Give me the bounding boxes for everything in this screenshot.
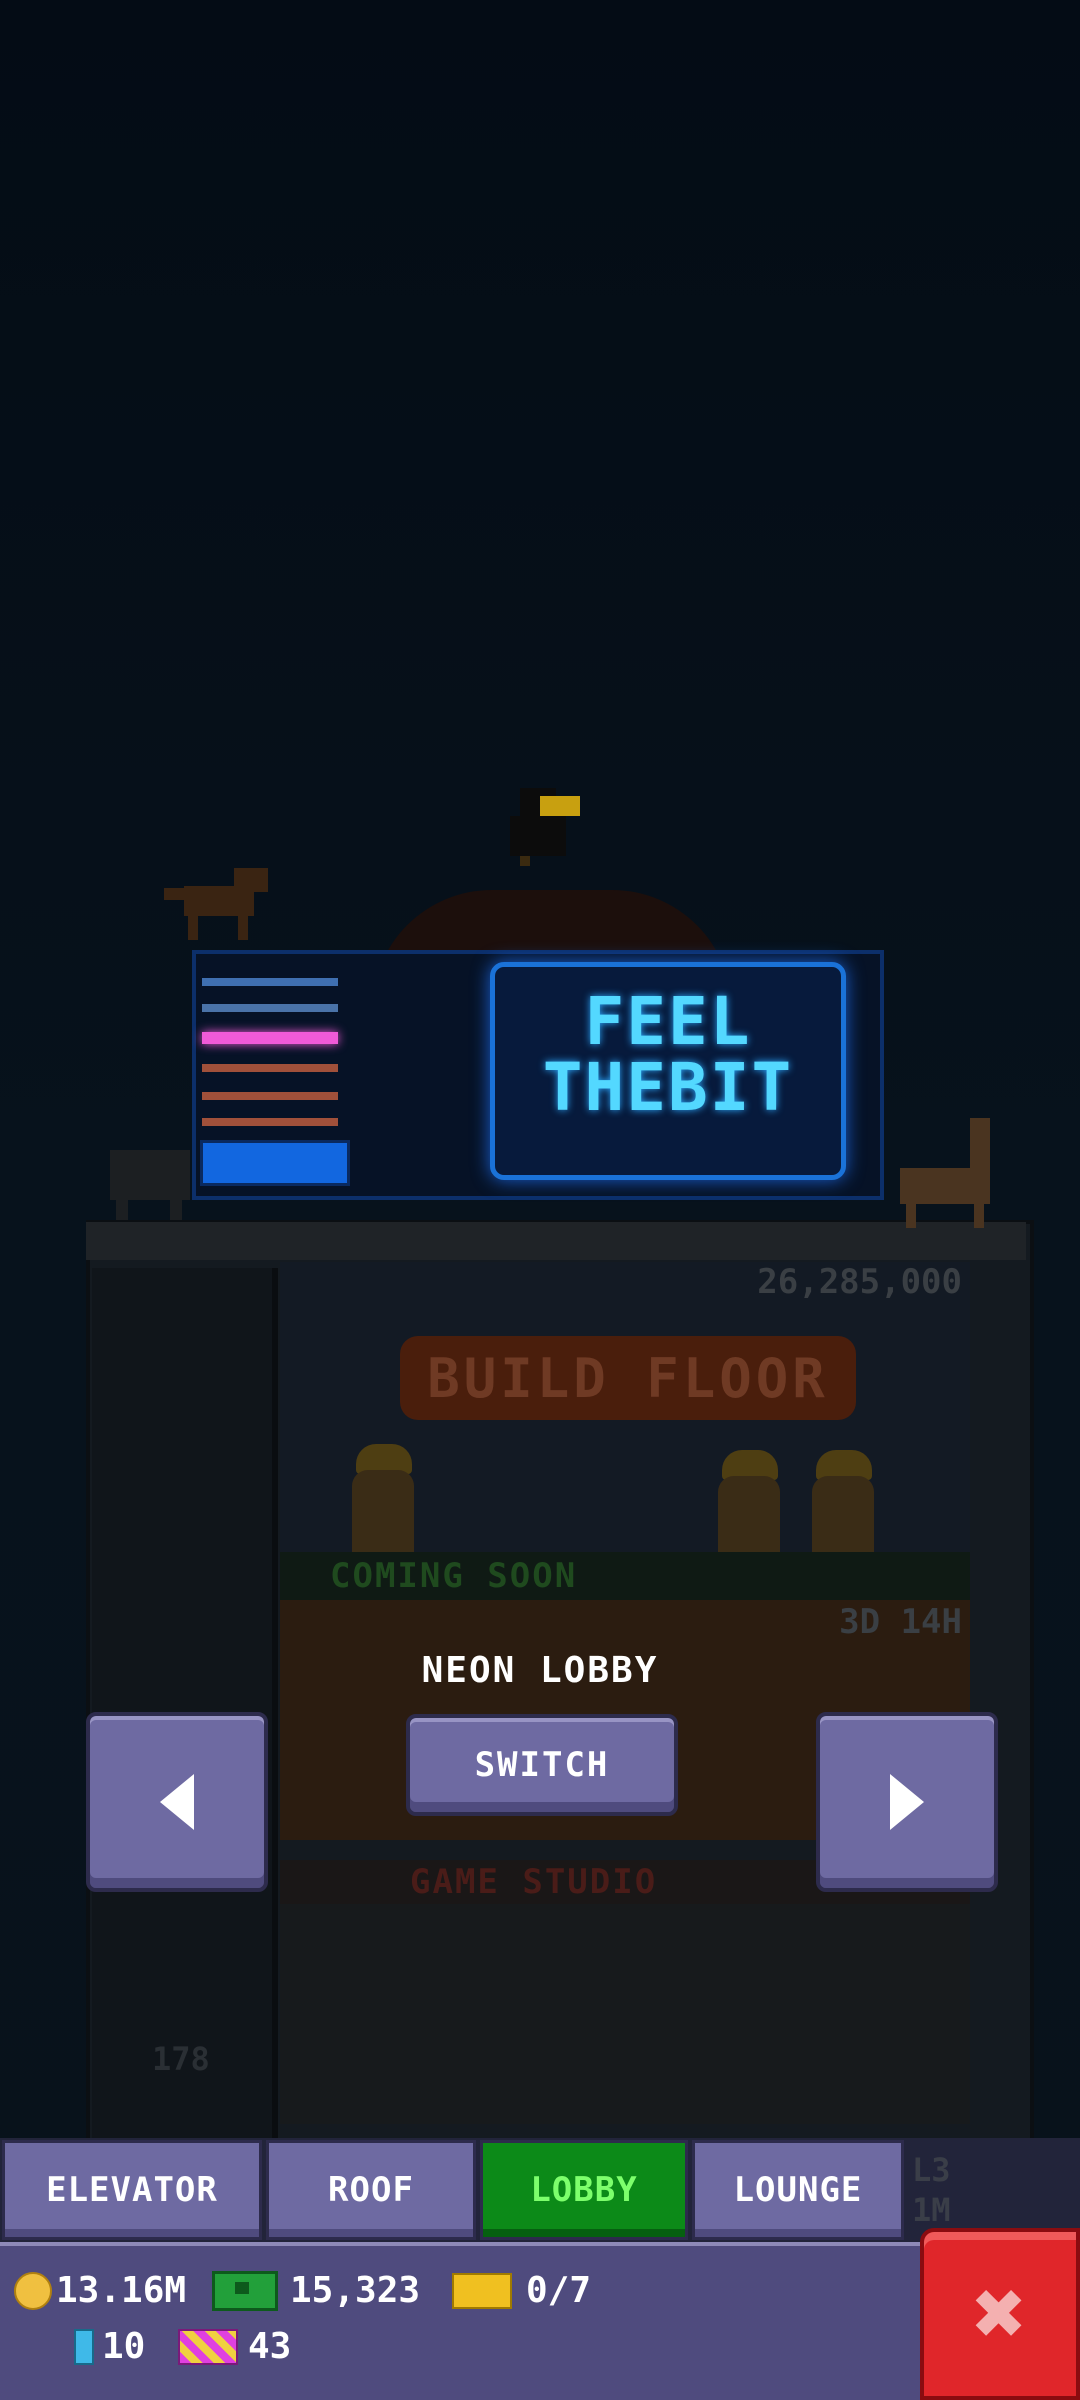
fox-icon (164, 868, 268, 940)
cash-icon (212, 2270, 278, 2311)
tab-lounge[interactable]: LOUNGE (692, 2140, 904, 2240)
coming-soon-label: COMING SOON (330, 1556, 578, 1596)
elevator-floor-number: 178 (152, 2040, 210, 2078)
tab-side-label-line1: L3 (912, 2151, 951, 2189)
stats-bar (0, 2242, 920, 2400)
sign-line-2: THEBIT (542, 1049, 794, 1126)
bux-stat[interactable]: 15,323 (212, 2270, 420, 2311)
giraffe-icon (900, 1118, 990, 1228)
sign-line-1: FEEL (584, 983, 752, 1060)
game-studio-label: GAME STUDIO (410, 1862, 658, 1902)
tab-lobby[interactable]: LOBBY (480, 2140, 688, 2240)
build-price: 26,285,000 (757, 1262, 962, 1302)
bitizen-icon (74, 2328, 94, 2365)
lobby-name: NEON LOBBY (421, 1650, 659, 1691)
ticket-icon (452, 2272, 512, 2309)
floor-timer: 3D 14H (839, 1602, 962, 1642)
elevator-shaft[interactable] (92, 1268, 278, 2138)
vip-stat[interactable]: 43 (178, 2326, 291, 2367)
next-button[interactable] (816, 1712, 998, 1892)
coin-icon (14, 2271, 52, 2310)
tab-roof[interactable]: ROOF (266, 2140, 476, 2240)
build-floor-sign[interactable]: BUILD FLOOR (400, 1336, 856, 1420)
toucan-icon (510, 788, 580, 866)
game-studio-floor[interactable] (280, 1904, 970, 2124)
bitizens-stat[interactable]: 10 (74, 2326, 145, 2367)
vip-value: 43 (248, 2326, 292, 2367)
feel-thebit-sign: FEEL THEBIT (490, 962, 846, 1180)
tickets-stat[interactable]: 0/7 (452, 2270, 591, 2311)
tab-elevator[interactable]: ELEVATOR (2, 2140, 262, 2240)
bitizens-value: 10 (102, 2326, 146, 2367)
arrow-right-icon (890, 1774, 924, 1830)
rhino-icon (110, 1150, 190, 1220)
tickets-value: 0/7 (526, 2270, 592, 2311)
bux-value: 15,323 (290, 2270, 421, 2311)
tab-side-label: L3 1M (912, 2150, 951, 2230)
vip-icon (178, 2328, 238, 2365)
close-icon: ✖ (972, 2261, 1028, 2366)
coins-value: 13.16M (56, 2270, 187, 2311)
switch-button[interactable]: SWITCH (406, 1714, 678, 1816)
arrow-left-icon (160, 1774, 194, 1830)
neon-counter (200, 1140, 350, 1186)
close-button[interactable]: ✖ (920, 2228, 1080, 2400)
coins-stat[interactable]: 13.16M (14, 2270, 186, 2311)
tab-side-label-line2: 1M (912, 2191, 951, 2229)
previous-button[interactable] (86, 1712, 268, 1892)
